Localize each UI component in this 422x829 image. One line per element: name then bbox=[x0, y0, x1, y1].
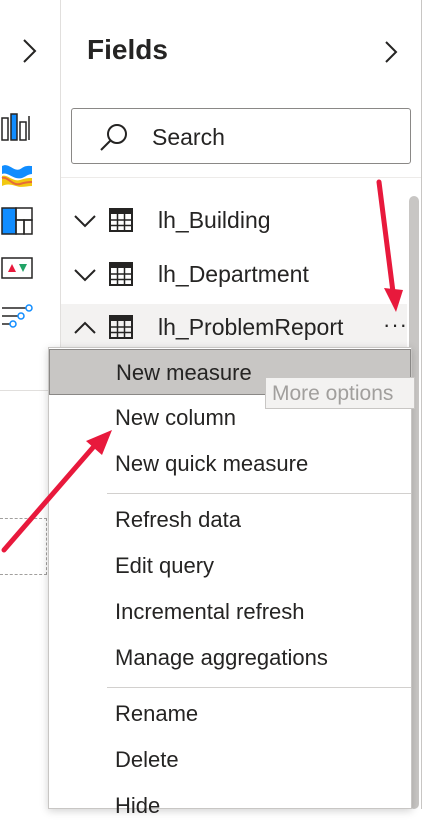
menu-item-label: Refresh data bbox=[115, 507, 241, 532]
tooltip-text: More options bbox=[272, 382, 394, 405]
table-icon bbox=[109, 208, 133, 232]
menu-item-refresh-data[interactable]: Refresh data bbox=[49, 497, 411, 543]
menu-item-manage-aggregations[interactable]: Manage aggregations bbox=[49, 635, 411, 681]
ribbon-chart-icon[interactable] bbox=[0, 160, 34, 190]
more-options-button[interactable]: ··· bbox=[383, 312, 408, 338]
menu-item-label: Edit query bbox=[115, 553, 215, 578]
menu-item-label: Delete bbox=[115, 747, 179, 772]
chevron-right-icon[interactable] bbox=[18, 36, 40, 66]
menu-item-rename[interactable]: Rename bbox=[49, 691, 411, 737]
decomposition-tree-icon[interactable] bbox=[0, 302, 34, 332]
drop-zone[interactable] bbox=[0, 518, 47, 575]
menu-item-delete[interactable]: Delete bbox=[49, 737, 411, 783]
menu-divider bbox=[107, 687, 411, 688]
menu-item-label: Rename bbox=[115, 701, 199, 726]
menu-item-edit-query[interactable]: Edit query bbox=[49, 543, 411, 589]
fields-title: Fields bbox=[87, 34, 168, 65]
table-name: lh_ProblemReport bbox=[158, 314, 344, 340]
table-icon bbox=[109, 262, 133, 286]
table-icon bbox=[109, 315, 133, 339]
chevron-right-icon[interactable] bbox=[381, 38, 401, 66]
menu-item-label: Hide bbox=[115, 793, 161, 818]
kpi-icon[interactable] bbox=[0, 254, 34, 284]
search-label: Search bbox=[152, 124, 225, 150]
chevron-up-icon[interactable] bbox=[73, 317, 97, 339]
table-name: lh_Building bbox=[158, 207, 271, 233]
pane-divider bbox=[61, 177, 421, 178]
treemap-icon[interactable] bbox=[0, 206, 34, 236]
context-menu: New measure New column New quick measure… bbox=[48, 347, 412, 818]
menu-item-label: Incremental refresh bbox=[115, 599, 305, 624]
table-row-lh-building[interactable]: lh_Building bbox=[61, 197, 407, 245]
table-name: lh_Department bbox=[158, 261, 309, 287]
menu-item-label: New column bbox=[115, 405, 237, 430]
menu-item-label: New measure bbox=[116, 360, 252, 385]
table-row-lh-problemreport[interactable]: lh_ProblemReport ··· bbox=[61, 304, 407, 352]
stacked-column-chart-icon[interactable] bbox=[0, 112, 34, 142]
menu-item-new-quick-measure[interactable]: New quick measure bbox=[49, 441, 411, 487]
menu-item-label: New quick measure bbox=[115, 451, 309, 476]
table-row-lh-department[interactable]: lh_Department bbox=[61, 251, 407, 299]
search-input[interactable]: Search bbox=[71, 108, 411, 164]
tooltip: More options bbox=[265, 377, 415, 409]
menu-item-incremental-refresh[interactable]: Incremental refresh bbox=[49, 589, 411, 635]
menu-item-label: Manage aggregations bbox=[115, 645, 328, 670]
menu-item-hide[interactable]: Hide bbox=[49, 783, 411, 829]
search-icon bbox=[100, 124, 127, 151]
chevron-down-icon[interactable] bbox=[73, 264, 97, 286]
chevron-down-icon[interactable] bbox=[73, 210, 97, 232]
menu-divider bbox=[107, 493, 411, 494]
